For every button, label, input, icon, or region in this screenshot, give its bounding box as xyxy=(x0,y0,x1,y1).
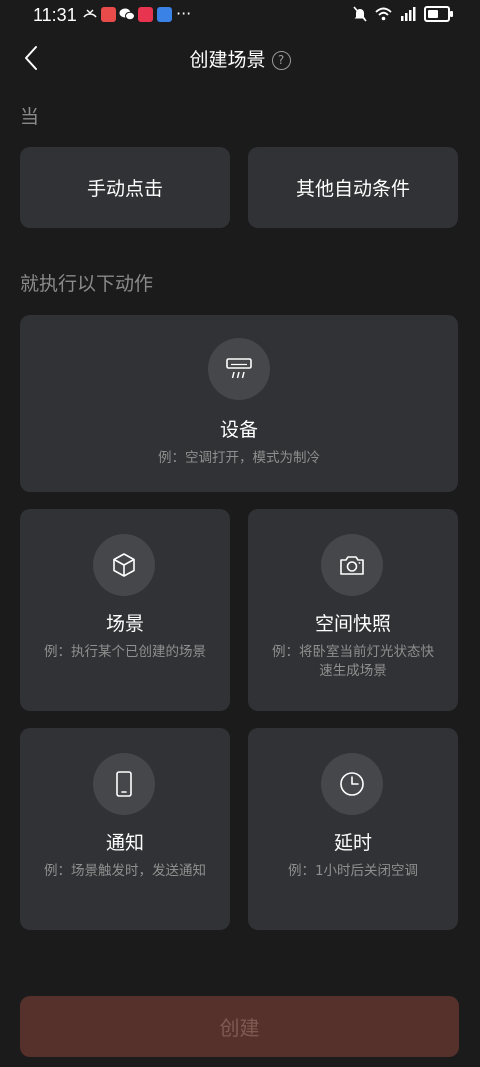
scene-action-card[interactable]: 场景 例：执行某个已创建的场景 xyxy=(20,509,230,711)
manual-click-label: 手动点击 xyxy=(86,178,163,200)
help-icon[interactable]: ? xyxy=(271,51,291,70)
camera-icon xyxy=(321,534,383,596)
status-time: 11:31 xyxy=(33,5,77,25)
delay-desc: 例：1小时后关闭空调 xyxy=(287,863,419,879)
manual-click-option[interactable]: 手动点击 xyxy=(20,147,230,228)
notification-desc: 例：场景触发时，发送通知 xyxy=(44,863,206,879)
title-row: 创建场景? xyxy=(0,45,480,72)
snapshot-desc: 例：将卧室当前灯光状态快速生成场景 xyxy=(272,644,434,679)
cube-icon xyxy=(93,534,155,596)
page-title: 创建场景 xyxy=(189,49,266,71)
action-label: 就执行以下动作 xyxy=(20,273,154,295)
delay-action-card[interactable]: 延时 例：1小时后关闭空调 xyxy=(248,728,458,930)
status-bar: 11:31 ··· xyxy=(0,0,480,30)
notification-title: 通知 xyxy=(105,832,144,854)
header: 创建场景? xyxy=(0,30,480,86)
battery-icon xyxy=(424,6,453,22)
status-icons xyxy=(353,6,453,22)
clock-icon xyxy=(321,753,383,815)
shopping-app-icon xyxy=(138,7,153,22)
create-button[interactable]: 创建 xyxy=(20,996,459,1057)
snapshot-title: 空间快照 xyxy=(314,613,391,635)
when-label: 当 xyxy=(20,106,40,128)
delay-title: 延时 xyxy=(333,832,372,854)
app-notification-icon xyxy=(101,7,116,22)
scene-title: 场景 xyxy=(105,613,144,635)
browser-app-icon xyxy=(157,7,172,22)
device-desc: 例：空调打开，模式为制冷 xyxy=(158,450,320,466)
wechat-icon xyxy=(119,8,135,21)
device-action-card[interactable]: 设备 例：空调打开，模式为制冷 xyxy=(20,315,458,492)
air-conditioner-icon xyxy=(208,338,270,400)
space-snapshot-action-card[interactable]: 空间快照 例：将卧室当前灯光状态快速生成场景 xyxy=(248,509,458,711)
more-notifications: ··· xyxy=(176,4,192,23)
mute-icon xyxy=(353,6,367,22)
signal-icon xyxy=(401,7,416,21)
other-auto-condition-option[interactable]: 其他自动条件 xyxy=(248,147,458,228)
scene-desc: 例：执行某个已创建的场景 xyxy=(44,644,206,660)
notification-action-card[interactable]: 通知 例：场景触发时，发送通知 xyxy=(20,728,230,930)
phone-icon xyxy=(93,753,155,815)
wifi-icon xyxy=(375,7,392,21)
device-title: 设备 xyxy=(219,419,258,441)
missed-call-icon xyxy=(83,9,97,18)
other-auto-condition-label: 其他自动条件 xyxy=(295,178,410,200)
